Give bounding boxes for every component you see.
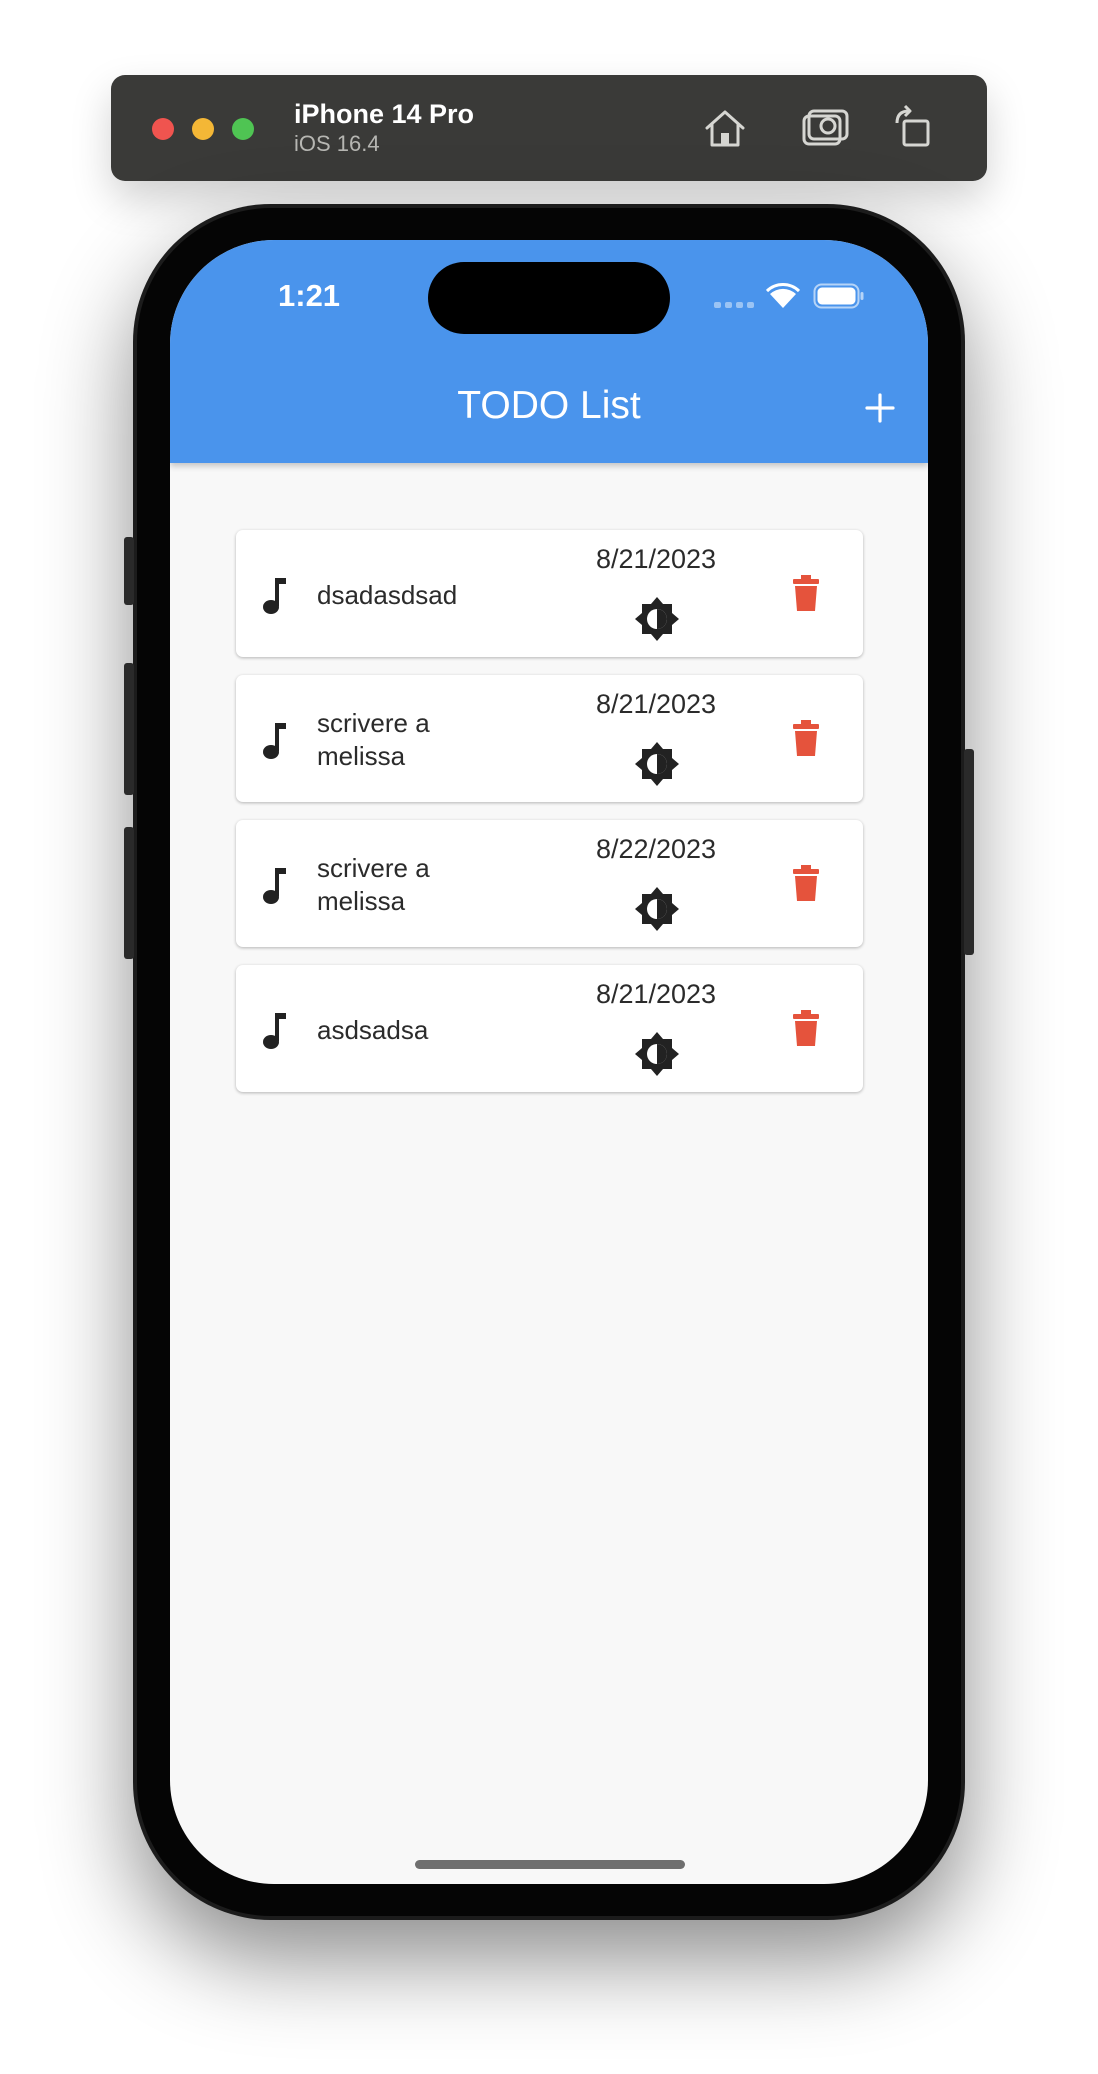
page-title: TODO List bbox=[457, 384, 641, 427]
volume-up-button bbox=[124, 663, 134, 795]
screenshot-button[interactable] bbox=[798, 101, 852, 155]
phone-screen: 1:21 TODO List dsadasdsad 8/21/2023 scri… bbox=[170, 240, 928, 1884]
camera-icon bbox=[802, 109, 849, 146]
todo-date: 8/21/2023 bbox=[595, 544, 717, 574]
volume-down-button bbox=[124, 827, 134, 959]
music-note-icon bbox=[263, 1013, 286, 1049]
todo-title: scrivere a melissa bbox=[317, 708, 430, 771]
wifi-icon bbox=[766, 283, 800, 308]
delete-button[interactable] bbox=[792, 718, 820, 758]
rotate-button[interactable] bbox=[887, 101, 941, 155]
home-button[interactable] bbox=[698, 101, 752, 155]
todo-title: asdsadsa bbox=[317, 1014, 429, 1045]
device-name: iPhone 14 Pro bbox=[294, 99, 475, 129]
brightness-icon[interactable] bbox=[634, 886, 680, 932]
brightness-icon[interactable] bbox=[634, 741, 680, 787]
status-time: 1:21 bbox=[278, 278, 341, 313]
music-note-icon bbox=[263, 868, 286, 904]
delete-button[interactable] bbox=[792, 863, 820, 903]
app-bar: 1:21 TODO List bbox=[170, 240, 928, 463]
music-note-icon bbox=[263, 578, 286, 614]
action-button bbox=[124, 537, 134, 605]
brightness-icon[interactable] bbox=[634, 596, 680, 642]
power-button bbox=[964, 749, 974, 955]
brightness-icon[interactable] bbox=[634, 1031, 680, 1077]
todo-date: 8/22/2023 bbox=[595, 834, 717, 864]
todo-card[interactable]: asdsadsa 8/21/2023 bbox=[236, 965, 863, 1092]
zoom-window-button[interactable] bbox=[232, 118, 254, 140]
home-indicator[interactable] bbox=[415, 1860, 685, 1869]
todo-title: scrivere a melissa bbox=[317, 853, 430, 916]
device-os-version: iOS 16.4 bbox=[294, 131, 380, 156]
music-note-icon bbox=[263, 723, 286, 759]
simulator-toolbar: iPhone 14 Pro iOS 16.4 bbox=[111, 75, 987, 181]
todo-date: 8/21/2023 bbox=[595, 689, 717, 719]
home-icon bbox=[705, 110, 745, 147]
delete-button[interactable] bbox=[792, 1008, 820, 1048]
minimize-window-button[interactable] bbox=[192, 118, 214, 140]
cellular-signal-icon bbox=[714, 302, 754, 308]
battery-icon bbox=[813, 283, 864, 309]
rotate-icon bbox=[895, 104, 930, 147]
todo-card[interactable]: scrivere a melissa 8/22/2023 bbox=[236, 820, 863, 947]
close-window-button[interactable] bbox=[152, 118, 174, 140]
todo-date: 8/21/2023 bbox=[595, 979, 717, 1009]
add-todo-button[interactable] bbox=[864, 392, 896, 424]
todo-card[interactable]: scrivere a melissa 8/21/2023 bbox=[236, 675, 863, 802]
dynamic-island bbox=[428, 262, 670, 334]
todo-title: dsadasdsad bbox=[317, 579, 458, 610]
delete-button[interactable] bbox=[792, 573, 820, 613]
todo-card[interactable]: dsadasdsad 8/21/2023 bbox=[236, 530, 863, 657]
